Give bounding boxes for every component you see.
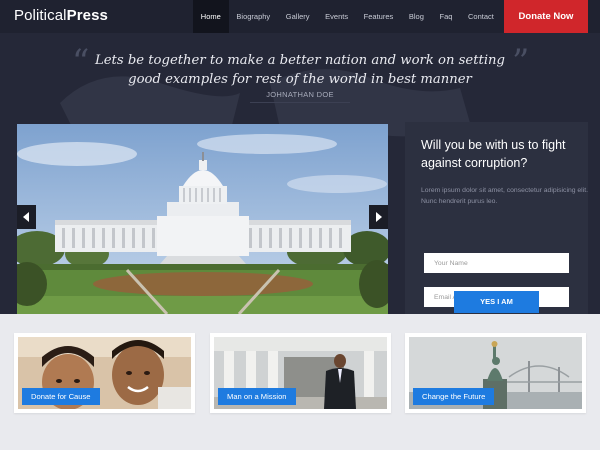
form-description: Lorem ipsum dolor sit amet, consectetur … — [421, 187, 588, 205]
name-input[interactable] — [424, 253, 569, 273]
card-photo-children: Donate for Cause — [18, 337, 191, 409]
yes-i-am-button[interactable]: YES I AM — [454, 291, 539, 313]
card-change-the-future[interactable]: Change the Future — [405, 333, 586, 413]
donate-now-button[interactable]: Donate Now — [504, 0, 588, 33]
hero-section: “ ” Lets be together to make a better na… — [0, 33, 600, 314]
nav-faq[interactable]: Faq — [432, 0, 461, 33]
card-label-mission: Man on a Mission — [218, 388, 296, 405]
signup-form-panel: Will you be with us to fight against cor… — [405, 122, 588, 314]
nav-events[interactable]: Events — [317, 0, 356, 33]
form-title: Will you be with us to fight against cor… — [421, 138, 566, 170]
quote-author: JOHNATHAN DOE — [240, 90, 360, 103]
site-header: PoliticalPress Home Biography Gallery Ev… — [0, 0, 600, 33]
card-label-future: Change the Future — [413, 388, 495, 405]
nav-gallery[interactable]: Gallery — [278, 0, 317, 33]
main-nav: Home Biography Gallery Events Features B… — [193, 0, 502, 33]
nav-biography[interactable]: Biography — [229, 0, 278, 33]
nav-blog[interactable]: Blog — [401, 0, 432, 33]
hero-quote: Lets be together to make a better nation… — [95, 53, 505, 87]
card-label-donate: Donate for Cause — [22, 388, 100, 405]
nav-features[interactable]: Features — [356, 0, 401, 33]
feature-cards-section: Donate for Cause Man on a Mission Change… — [0, 314, 600, 450]
card-donate-for-cause[interactable]: Donate for Cause — [14, 333, 195, 413]
logo-light-text: Political — [14, 7, 67, 24]
site-logo[interactable]: PoliticalPress — [14, 7, 108, 24]
card-photo-liberty: Change the Future — [409, 337, 582, 409]
nav-home[interactable]: Home — [193, 0, 229, 33]
chevron-right-icon — [376, 212, 382, 222]
capitol-building-image — [17, 124, 388, 314]
chevron-left-icon — [23, 212, 29, 222]
slider-next-button[interactable] — [369, 205, 388, 229]
card-man-on-a-mission[interactable]: Man on a Mission — [210, 333, 391, 413]
slider-prev-button[interactable] — [17, 205, 36, 229]
card-photo-man: Man on a Mission — [214, 337, 387, 409]
nav-contact[interactable]: Contact — [460, 0, 501, 33]
logo-bold-text: Press — [66, 7, 108, 24]
image-slider[interactable] — [17, 124, 388, 314]
